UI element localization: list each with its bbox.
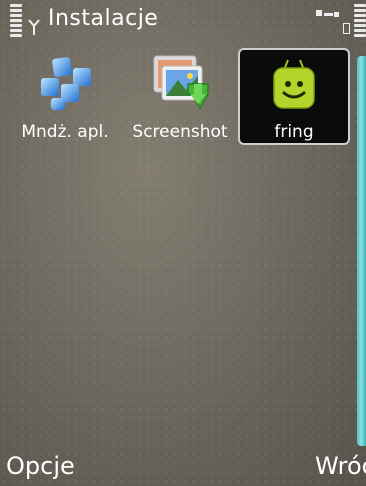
app-label: fring bbox=[274, 122, 314, 142]
connection-icon bbox=[316, 10, 339, 17]
app-tile-screenshot[interactable]: Screenshot bbox=[123, 48, 237, 144]
app-label: Screenshot bbox=[132, 122, 228, 142]
antenna-icon bbox=[28, 19, 40, 35]
signal-strength-icon bbox=[10, 4, 22, 39]
app-manager-icon bbox=[41, 57, 91, 110]
app-tile-fring[interactable]: fring bbox=[238, 48, 350, 145]
back-softkey[interactable]: Wróć bbox=[315, 452, 366, 480]
page-title: Instalacje bbox=[48, 6, 159, 31]
scrollbar[interactable] bbox=[357, 56, 366, 446]
options-softkey[interactable]: Opcje bbox=[6, 452, 75, 480]
battery-indicator-icon bbox=[343, 23, 350, 34]
screenshot-icon bbox=[153, 55, 209, 110]
app-label: Mndż. apl. bbox=[21, 122, 109, 142]
app-tile-manager[interactable]: Mndż. apl. bbox=[8, 48, 122, 144]
battery-level-icon bbox=[354, 4, 366, 39]
fring-icon bbox=[273, 59, 315, 109]
